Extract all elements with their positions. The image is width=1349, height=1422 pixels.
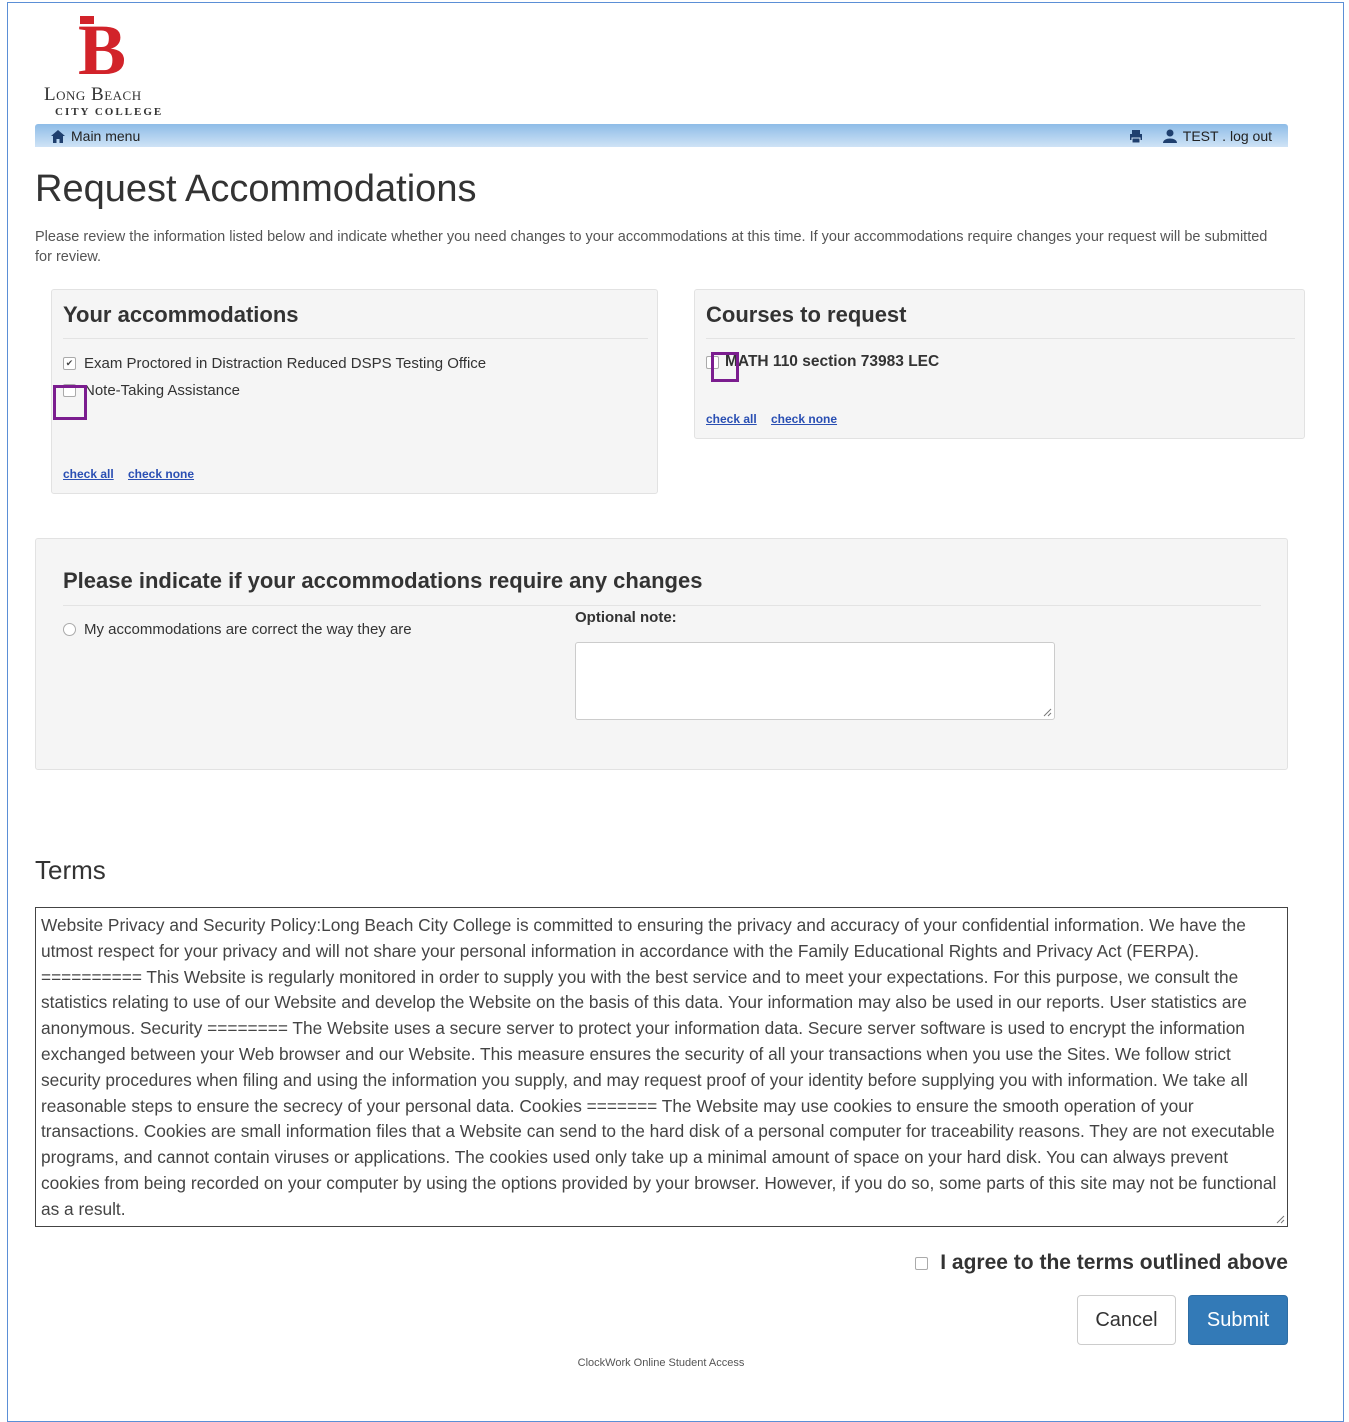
resize-grip-icon[interactable] [1275,1214,1285,1224]
submit-button[interactable]: Submit [1188,1295,1288,1345]
terms-text: Website Privacy and Security Policy:Long… [41,915,1277,1219]
accommodations-check-none[interactable]: check none [128,467,194,481]
accommodation-item[interactable]: Note-Taking Assistance [63,382,240,399]
divider [63,338,648,339]
main-menu-label: Main menu [71,128,141,144]
courses-title: Courses to request [706,302,907,327]
logo-b-icon: B [78,14,126,80]
page-intro: Please review the information listed bel… [35,229,1268,265]
college-logo: B Long Beach CITY COLLEGE [42,14,172,120]
highlight-box [711,352,739,382]
accommodation-label: Note-Taking Assistance [84,382,240,399]
main-menu-link[interactable]: Main menu [51,128,140,144]
changes-title: Please indicate if your accommodations r… [63,568,703,593]
optional-note-label: Optional note: [575,609,677,626]
accommodation-label: Exam Proctored in Distraction Reduced DS… [84,355,487,372]
terms-textarea[interactable]: Website Privacy and Security Policy:Long… [35,907,1288,1227]
correct-option[interactable]: My accommodations are correct the way th… [63,621,412,638]
page-title: Request Accommodations [35,168,477,210]
user-logout-link[interactable]: TEST . log out [1183,128,1272,144]
user-icon [1162,129,1177,143]
divider [63,605,1261,606]
course-item[interactable]: MATH 110 section 73983 LEC [706,353,939,371]
agree-checkbox[interactable] [915,1256,929,1270]
agree-terms[interactable]: I agree to the terms outlined above [915,1251,1288,1275]
footer-text: ClockWork Online Student Access [577,1357,745,1369]
top-navbar: Main menu TEST . log out [35,124,1288,147]
course-label: MATH 110 section 73983 LEC [725,353,940,370]
logo-subtitle: CITY COLLEGE [55,106,164,118]
resize-grip-icon[interactable] [1042,707,1052,717]
courses-check-none[interactable]: check none [771,412,837,426]
accommodations-title: Your accommodations [63,302,299,327]
cancel-button[interactable]: Cancel [1077,1295,1176,1345]
accommodation-checkbox[interactable]: ✔ [63,357,76,370]
accommodation-item[interactable]: ✔ Exam Proctored in Distraction Reduced … [63,355,486,372]
logo-name: Long Beach [44,84,142,105]
highlight-box [53,385,87,420]
home-icon [51,129,65,143]
divider [706,338,1295,339]
print-icon[interactable] [1129,129,1143,143]
optional-note-textarea[interactable] [575,642,1055,720]
agree-label: I agree to the terms outlined above [940,1251,1288,1274]
courses-check-all[interactable]: check all [706,412,757,426]
terms-title: Terms [35,855,106,885]
nav-right: TEST . log out [1129,128,1272,144]
accommodations-check-all[interactable]: check all [63,467,114,481]
accommodations-panel: Your accommodations ✔ Exam Proctored in … [51,289,658,494]
correct-radio[interactable] [63,623,76,636]
correct-option-label: My accommodations are correct the way th… [84,621,412,638]
courses-panel: Courses to request MATH 110 section 7398… [694,289,1305,439]
